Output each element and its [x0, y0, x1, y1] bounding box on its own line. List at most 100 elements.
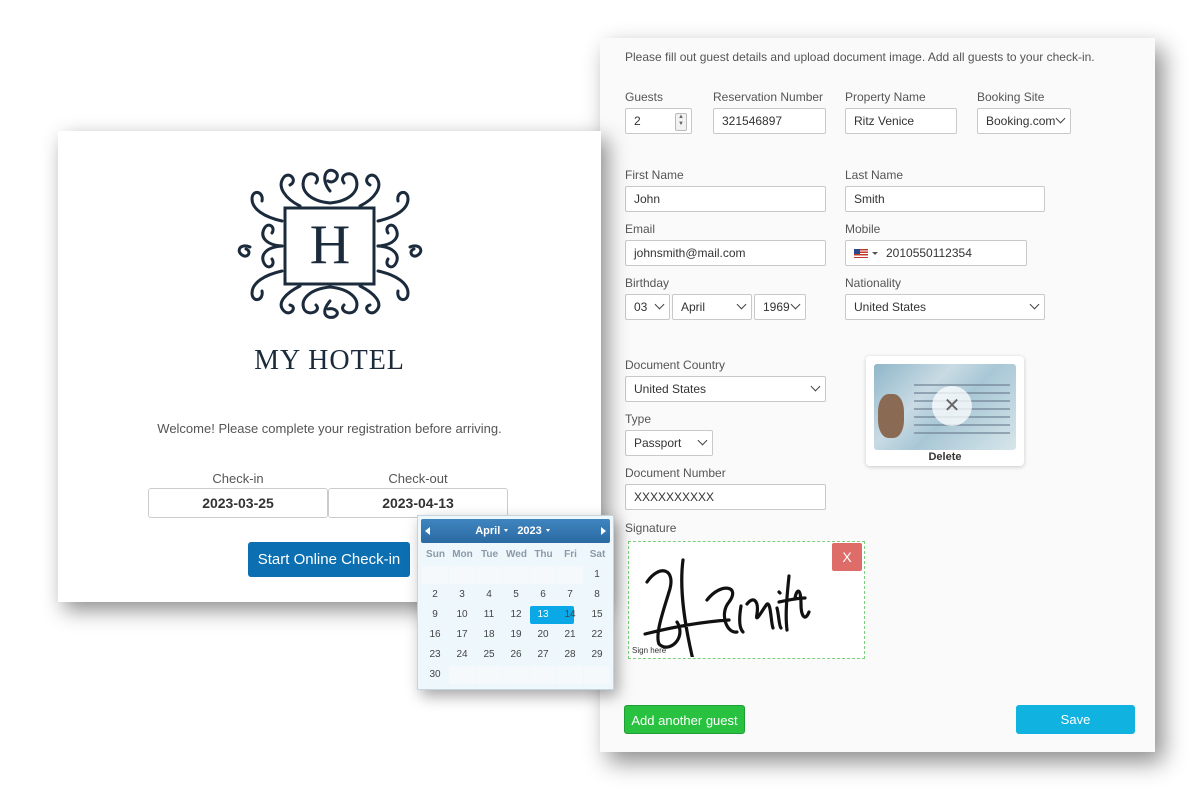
calendar-day[interactable]: 16	[422, 626, 448, 644]
document-photo	[878, 394, 904, 438]
chevron-down-icon	[697, 435, 708, 446]
calendar-day[interactable]: 18	[476, 626, 502, 644]
birthday-year-value: 1969	[763, 300, 790, 314]
calendar-day[interactable]: 12	[503, 606, 529, 624]
calendar-header: April 2023	[421, 519, 610, 543]
weekday-label: Thu	[534, 549, 553, 560]
birthday-day-select[interactable]: 03	[625, 294, 670, 320]
first-name-input[interactable]: John	[625, 186, 826, 212]
document-image-card: ✕ Delete	[866, 356, 1024, 466]
calendar-day[interactable]: 5	[503, 586, 529, 604]
guest-form-panel: Please fill out guest details and upload…	[600, 38, 1155, 752]
calendar-year-select[interactable]: 2023	[517, 525, 555, 537]
checkin-date-input[interactable]: 2023-03-25	[148, 488, 328, 518]
birthday-year-select[interactable]: 1969	[754, 294, 806, 320]
birthday-month-select[interactable]: April	[672, 294, 752, 320]
calendar-empty-cell	[422, 566, 448, 584]
calendar-days-grid: 1 2 3 4 5 6 7 8 9 10 11 12 13 14 15 16 17 18 19 20 21 22 23 24 2…	[422, 566, 610, 686]
first-name-label: First Name	[625, 168, 684, 182]
calendar-day[interactable]: 2	[422, 586, 448, 604]
calendar-day[interactable]: 24	[449, 646, 475, 664]
reservation-number-input[interactable]: 321546897	[713, 108, 826, 134]
booking-site-label: Booking Site	[977, 90, 1045, 104]
mobile-value: 2010550112354	[886, 246, 972, 260]
booking-site-select[interactable]: Booking.com	[977, 108, 1071, 134]
calendar-day[interactable]: 1	[584, 566, 610, 584]
chevron-down-icon	[654, 299, 665, 310]
calendar-day[interactable]: 10	[449, 606, 475, 624]
delete-document-button[interactable]: Delete	[866, 451, 1024, 463]
calendar-day[interactable]: 14	[557, 606, 583, 624]
property-name-input[interactable]: Ritz Venice	[845, 108, 957, 134]
signature-pad[interactable]: X Sign here	[628, 541, 865, 659]
add-another-guest-button[interactable]: Add another guest	[624, 705, 745, 734]
calendar-empty-cell	[449, 566, 475, 584]
calendar-day[interactable]: 22	[584, 626, 610, 644]
signature-label: Signature	[625, 521, 677, 535]
calendar-day[interactable]: 20	[530, 626, 556, 644]
document-country-select[interactable]: United States	[625, 376, 826, 402]
nationality-label: Nationality	[845, 276, 902, 290]
calendar-empty-cell	[530, 566, 556, 584]
calendar-day[interactable]: 25	[476, 646, 502, 664]
calendar-empty-cell	[476, 566, 502, 584]
calendar-day[interactable]: 30	[422, 666, 448, 684]
document-type-label: Type	[625, 412, 652, 426]
next-month-icon[interactable]	[601, 527, 606, 535]
guests-stepper[interactable]: 2 ▲ ▼	[625, 108, 692, 134]
calendar-day[interactable]: 23	[422, 646, 448, 664]
date-picker-popup: April 2023 Sun Mon Tue Wed Thu Fri Sat 1234567…	[417, 515, 614, 690]
calendar-day[interactable]: 11	[476, 606, 502, 624]
calendar-day[interactable]: 29	[584, 646, 610, 664]
clear-signature-button[interactable]: X	[832, 543, 862, 571]
property-label: Property Name	[845, 90, 926, 104]
document-number-input[interactable]: XXXXXXXXXX	[625, 484, 826, 510]
stepper-arrows-icon[interactable]: ▲ ▼	[675, 113, 687, 131]
calendar-day[interactable]: 9	[422, 606, 448, 624]
weekday-label: Wed	[506, 549, 527, 560]
mobile-label: Mobile	[845, 222, 881, 236]
birthday-label: Birthday	[625, 276, 670, 290]
close-icon[interactable]: ✕	[932, 386, 972, 426]
calendar-day[interactable]: 8	[584, 586, 610, 604]
prev-month-icon[interactable]	[425, 527, 430, 535]
welcome-message: Welcome! Please complete your registrati…	[157, 421, 502, 436]
calendar-day[interactable]: 21	[557, 626, 583, 644]
calendar-day[interactable]: 7	[557, 586, 583, 604]
calendar-month-select[interactable]: April	[475, 525, 514, 537]
caret-down-icon	[504, 529, 509, 533]
document-type-select[interactable]: Passport	[625, 430, 713, 456]
document-country-value: United States	[634, 382, 707, 396]
calendar-day[interactable]: 6	[530, 586, 556, 604]
reservation-label: Reservation Number	[713, 90, 824, 104]
mobile-input[interactable]: 2010550112354	[845, 240, 1027, 266]
calendar-empty-cell	[476, 666, 502, 684]
calendar-day[interactable]: 27	[530, 646, 556, 664]
last-name-input[interactable]: Smith	[845, 186, 1045, 212]
calendar-day[interactable]: 26	[503, 646, 529, 664]
calendar-month: April	[475, 525, 501, 537]
calendar-day[interactable]: 19	[503, 626, 529, 644]
calendar-day[interactable]: 17	[449, 626, 475, 644]
start-online-checkin-button[interactable]: Start Online Check-in	[248, 542, 410, 577]
nationality-value: United States	[854, 300, 927, 314]
checkout-date-input[interactable]: 2023-04-13	[328, 488, 508, 518]
calendar-day[interactable]: 28	[557, 646, 583, 664]
hotel-brand-name: MY HOTEL	[254, 345, 405, 376]
document-number-label: Document Number	[625, 466, 726, 480]
chevron-down-icon	[810, 381, 821, 392]
calendar-day[interactable]: 15	[584, 606, 610, 624]
us-flag-icon[interactable]	[854, 249, 868, 258]
calendar-day[interactable]: 3	[449, 586, 475, 604]
hotel-logo-icon: H	[237, 168, 423, 319]
caret-down-icon	[545, 529, 550, 533]
calendar-empty-cell	[449, 666, 475, 684]
calendar-empty-cell	[584, 666, 610, 684]
birthday-day-value: 03	[634, 300, 648, 314]
email-input[interactable]: johnsmith@mail.com	[625, 240, 826, 266]
save-button[interactable]: Save	[1016, 705, 1135, 734]
calendar-empty-cell	[503, 566, 529, 584]
calendar-day[interactable]: 4	[476, 586, 502, 604]
nationality-select[interactable]: United States	[845, 294, 1045, 320]
document-country-label: Document Country	[625, 358, 726, 372]
